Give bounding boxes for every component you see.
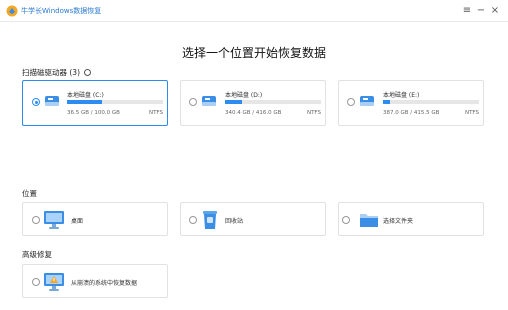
advanced-section-label: 高级修复	[22, 249, 52, 260]
drive-d-usage-fill	[225, 100, 243, 104]
drive-d-size: 340.4 GB / 416.0 GB	[225, 110, 282, 116]
drive-d-filesystem: NTFS	[306, 110, 321, 116]
crashed-system-icon	[44, 273, 64, 291]
drive-d-radio[interactable]	[189, 98, 197, 106]
drive-d-name: 本地磁盘 (D:)	[225, 92, 263, 99]
page-title: 选择一个位置开始恢复数据	[181, 46, 326, 60]
drive-d-usage-bar	[225, 100, 321, 104]
drive-c-usage-fill	[67, 100, 103, 104]
drive-e-radio[interactable]	[347, 98, 355, 106]
minimize-button[interactable]: −	[474, 3, 488, 17]
recycle-bin-label: 回收站	[225, 218, 244, 225]
choose-folder-radio[interactable]	[342, 216, 350, 224]
title-bar: 牛学长Windows数据恢复 ≡ − ×	[0, 0, 508, 22]
location-card-recycle-bin[interactable]: 回收站	[180, 202, 326, 236]
close-button[interactable]: ×	[488, 3, 502, 17]
drive-e-usage-fill	[383, 100, 390, 104]
app-logo-icon	[6, 5, 18, 17]
refresh-icon[interactable]	[84, 69, 92, 76]
location-card-choose-folder[interactable]: 选择文件夹	[338, 202, 484, 236]
menu-button[interactable]: ≡	[460, 3, 474, 17]
drive-e-name: 本地磁盘 (E:)	[383, 92, 420, 99]
locations-section-text: 位置	[22, 189, 37, 198]
location-card-desktop[interactable]: 桌面	[22, 202, 168, 236]
recycle-bin-radio[interactable]	[189, 216, 197, 224]
drives-section-label: 扫描磁驱动器 (3)	[22, 67, 92, 78]
crashed-system-label: 从崩溃的系统中恢复数据	[71, 280, 138, 287]
drive-e-filesystem: NTFS	[464, 110, 479, 116]
advanced-card-crashed-system[interactable]: 从崩溃的系统中恢复数据	[22, 264, 168, 298]
desktop-label: 桌面	[71, 218, 84, 225]
hard-drive-icon	[202, 96, 216, 106]
desktop-radio[interactable]	[32, 216, 40, 224]
drive-c-radio[interactable]	[32, 98, 40, 106]
locations-section-label: 位置	[22, 188, 37, 199]
recycle-bin-icon	[203, 211, 217, 229]
choose-folder-label: 选择文件夹	[383, 218, 414, 225]
hard-drive-icon	[360, 96, 374, 106]
drive-c-size: 36.5 GB / 100.0 GB	[67, 110, 120, 116]
monitor-icon	[44, 211, 64, 229]
drive-card-e[interactable]: 本地磁盘 (E:) 387.0 GB / 415.5 GB NTFS	[338, 80, 484, 126]
hard-drive-icon	[45, 96, 59, 106]
folder-icon	[360, 214, 378, 227]
drive-c-usage-bar	[67, 100, 163, 104]
drive-e-size: 387.0 GB / 415.5 GB	[383, 110, 440, 116]
window-title: 牛学长Windows数据恢复	[21, 7, 102, 15]
advanced-section-text: 高级修复	[22, 250, 52, 259]
drive-e-usage-bar	[383, 100, 479, 104]
drive-card-d[interactable]: 本地磁盘 (D:) 340.4 GB / 416.0 GB NTFS	[180, 80, 326, 126]
crashed-system-radio[interactable]	[32, 278, 40, 286]
drive-c-filesystem: NTFS	[148, 110, 163, 116]
drive-card-c[interactable]: 本地磁盘 (C:) 36.5 GB / 100.0 GB NTFS	[22, 80, 168, 126]
drive-c-name: 本地磁盘 (C:)	[67, 92, 104, 99]
drives-section-text: 扫描磁驱动器 (3)	[22, 68, 81, 77]
